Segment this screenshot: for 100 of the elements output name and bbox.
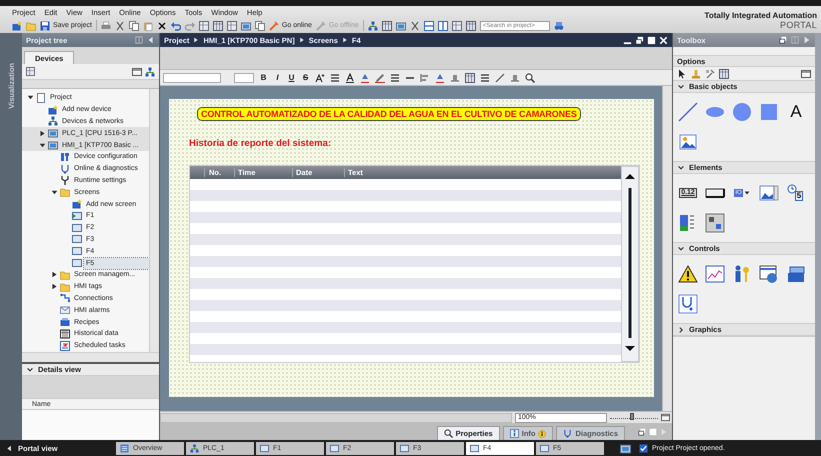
overview-icon[interactable] <box>132 66 142 76</box>
rows-icon[interactable] <box>480 72 490 82</box>
slider-thumb[interactable] <box>630 413 634 420</box>
brand-subtitle: PORTAL <box>779 20 817 30</box>
device-icon <box>48 128 58 138</box>
zoom-icon[interactable] <box>525 72 535 82</box>
table-icon[interactable] <box>212 20 223 30</box>
font-field[interactable] <box>163 72 221 82</box>
chart-icon <box>705 264 725 284</box>
close-icon[interactable] <box>659 36 668 44</box>
expanded-arrow-icon[interactable] <box>26 94 34 102</box>
align-text-icon[interactable] <box>330 72 340 82</box>
chevron-right-icon[interactable] <box>677 326 685 334</box>
device-config-icon <box>60 152 70 162</box>
format-button[interactable]: S <box>301 73 310 82</box>
expanded-arrow-icon[interactable] <box>50 188 58 196</box>
pointer-icon[interactable] <box>677 68 687 78</box>
check-icon <box>639 444 648 452</box>
drawer-icon <box>786 264 806 284</box>
scrollbar[interactable] <box>621 166 639 362</box>
line-weight-icon[interactable] <box>390 72 400 82</box>
stethoscope-icon <box>678 294 698 314</box>
restore-icon[interactable] <box>635 36 644 44</box>
switch-icon <box>705 213 725 233</box>
back-arrow-icon <box>6 444 13 452</box>
size-field[interactable] <box>234 72 254 82</box>
copy-icon[interactable] <box>128 20 139 30</box>
folder-icon <box>60 282 70 292</box>
printer-icon[interactable] <box>100 20 111 30</box>
table-icon <box>60 328 70 339</box>
expanded-arrow-icon[interactable] <box>38 142 46 149</box>
zoom-slider[interactable] <box>610 416 658 419</box>
stethoscope-icon <box>563 429 572 438</box>
scrollbar[interactable] <box>160 412 512 422</box>
plug-icon <box>268 20 279 30</box>
font-color-icon[interactable] <box>345 72 355 82</box>
chevron-down-icon[interactable] <box>26 366 34 374</box>
breadcrumb-arrow-icon <box>342 37 348 43</box>
network-icon[interactable] <box>145 66 155 76</box>
warning-badge-icon <box>538 430 546 438</box>
recipe-icon <box>60 317 70 328</box>
chevron-down-icon[interactable] <box>677 82 685 90</box>
format-button[interactable]: U <box>287 73 296 82</box>
folder-icon <box>60 187 70 198</box>
collapsed-arrow-icon[interactable] <box>38 130 46 137</box>
columns-icon[interactable] <box>465 72 475 82</box>
scrollbar[interactable] <box>149 89 159 352</box>
restore-icon[interactable] <box>638 428 646 436</box>
table-icon[interactable] <box>382 20 392 30</box>
restore-icon[interactable] <box>779 36 787 44</box>
grid-icon[interactable] <box>26 67 35 76</box>
format-button[interactable]: I <box>273 73 282 82</box>
shape-icon[interactable] <box>435 72 445 82</box>
table-icon[interactable] <box>466 20 476 30</box>
scrollbar[interactable] <box>662 86 672 411</box>
binoculars-icon[interactable] <box>554 20 564 30</box>
paste-icon[interactable] <box>142 20 153 30</box>
screen-icon <box>72 234 82 244</box>
new-project-icon[interactable] <box>12 20 22 30</box>
network-icon <box>190 444 199 452</box>
tools-icon[interactable] <box>705 68 715 78</box>
screen-icon <box>540 444 549 452</box>
maximize-icon[interactable] <box>647 36 656 44</box>
dropdown-arrow-icon <box>744 190 750 196</box>
breadcrumb-arrow-icon <box>298 37 305 43</box>
cut-icon[interactable] <box>114 20 125 30</box>
toolbox-tool[interactable]: A <box>785 101 807 123</box>
grid-icon[interactable] <box>226 20 237 30</box>
grid-icon[interactable] <box>452 20 462 30</box>
delete-icon[interactable] <box>156 20 167 30</box>
fill-color-icon[interactable] <box>360 72 370 82</box>
format-button[interactable]: B <box>259 73 268 82</box>
toolbox-tool[interactable]: 5 <box>785 182 807 204</box>
toolbox-tool[interactable] <box>758 263 780 285</box>
network-icon[interactable] <box>368 20 378 30</box>
split-horizontal-icon[interactable] <box>424 20 434 30</box>
chevron-down-icon[interactable] <box>677 244 685 252</box>
collapsed-arrow-icon[interactable] <box>50 271 58 278</box>
calendar-label: 5 <box>794 191 804 201</box>
undo-icon[interactable] <box>170 20 181 30</box>
toolbox-tool[interactable] <box>704 212 726 234</box>
cross-icon[interactable] <box>410 20 420 30</box>
info-icon <box>510 429 519 438</box>
rectangle-icon <box>759 102 779 122</box>
toolbox-tool[interactable] <box>677 293 699 315</box>
window-icon[interactable] <box>801 68 811 78</box>
copy-icon[interactable] <box>254 20 265 30</box>
collapsed-arrow-icon[interactable] <box>50 283 58 290</box>
device-icon[interactable] <box>620 442 631 454</box>
expand-arrow-icon[interactable] <box>803 36 811 44</box>
screen-icon <box>400 444 409 452</box>
table-icon[interactable] <box>719 68 729 78</box>
font-size-icon[interactable] <box>315 72 325 82</box>
collapse-arrow-icon[interactable] <box>147 36 155 44</box>
grid-icon[interactable] <box>198 20 209 30</box>
toolbox-tool[interactable] <box>677 263 699 285</box>
chevron-down-icon[interactable] <box>677 164 685 172</box>
split-vertical-icon[interactable] <box>438 20 448 30</box>
pen-icon[interactable] <box>375 72 385 82</box>
align-icon[interactable] <box>420 72 430 82</box>
